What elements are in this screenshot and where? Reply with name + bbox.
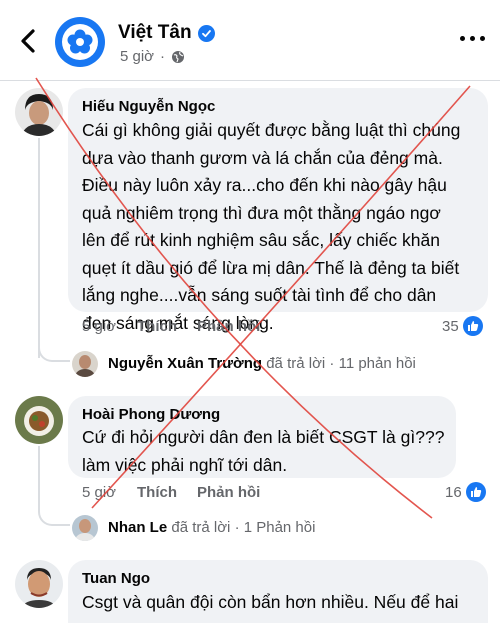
like-count: 35: [442, 317, 459, 335]
comment-time[interactable]: 5 giờ: [82, 318, 137, 335]
post-header: Việt Tân 5 giờ ·: [0, 0, 500, 80]
comment-line: quả nghiêm trọng thì đưa một thằng ngáo …: [82, 202, 441, 223]
reaction-count[interactable]: 16: [445, 482, 486, 502]
more-dot-icon: [470, 36, 475, 41]
comment-line: Cứ đi hỏi người dân đen là biết CSGT là …: [82, 427, 445, 447]
user-photo-icon: [72, 351, 98, 377]
reply-author: Nhan Le: [108, 519, 168, 536]
comment-line: Cái gì không giải quyết được bằng luật t…: [82, 120, 461, 140]
avatar[interactable]: [15, 396, 63, 444]
reply-connector: [38, 340, 70, 362]
page-avatar[interactable]: [55, 17, 105, 67]
comment-time[interactable]: 5 giờ: [82, 484, 137, 501]
user-photo-icon: [72, 515, 98, 541]
thread-line: [38, 446, 40, 506]
dot-separator: ·: [160, 48, 166, 65]
reply-button[interactable]: Phản hồi: [197, 484, 260, 501]
comment-author[interactable]: Tuan Ngo: [82, 570, 150, 587]
user-photo-icon: [15, 560, 63, 608]
reply-summary[interactable]: Nhan Le đã trả lời · 1 Phản hồi: [108, 519, 315, 536]
page-name[interactable]: Việt Tân: [118, 22, 215, 44]
comment-actions: 5 giờ Thích Phản hồi: [82, 318, 260, 335]
comment-line: quẹt ít dầu gió để lừa mị dân. Thế là đẻ…: [82, 257, 460, 278]
comment-text: Cứ đi hỏi người dân đen là biết CSGT là …: [82, 424, 444, 479]
avatar[interactable]: [15, 88, 63, 136]
comment-line: Csgt và quân đội còn bẩn hơn nhiều. Nếu …: [82, 592, 459, 612]
more-dot-icon: [460, 36, 465, 41]
back-arrow-icon: [21, 29, 35, 53]
comment-actions: 5 giờ Thích Phản hồi: [82, 484, 260, 501]
page-name-text: Việt Tân: [118, 22, 192, 43]
reply-author: Nguyễn Xuân Trường: [108, 355, 263, 372]
reply-action: đã trả lời: [266, 355, 326, 372]
more-options-button[interactable]: [460, 36, 488, 46]
comment-text: Cái gì không giải quyết được bằng luật t…: [82, 117, 460, 337]
food-photo-icon: [15, 396, 63, 444]
more-dot-icon: [480, 36, 485, 41]
avatar[interactable]: [15, 560, 63, 608]
avatar[interactable]: [72, 515, 98, 541]
comment-line: lên để rút kinh nghiệm sâu sắc, lấy chiế…: [82, 230, 440, 250]
like-count: 16: [445, 483, 462, 501]
like-button[interactable]: Thích: [137, 318, 197, 335]
reaction-count[interactable]: 35: [442, 316, 483, 336]
comment-text: Csgt và quân đội còn bẩn hơn nhiều. Nếu …: [82, 589, 458, 617]
reply-button[interactable]: Phản hồi: [197, 318, 260, 335]
like-button[interactable]: Thích: [137, 484, 197, 501]
globe-icon: [172, 50, 185, 63]
comment-author[interactable]: Hiếu Nguyễn Ngọc: [82, 98, 215, 115]
comment-line: làm việc phải nghĩ tới dân.: [82, 454, 288, 475]
reply-connector: [38, 500, 70, 526]
reply-action: đã trả lời: [171, 519, 231, 536]
reply-summary[interactable]: Nguyễn Xuân Trường đã trả lời · 11 phản …: [108, 355, 416, 372]
back-button[interactable]: [16, 26, 42, 56]
verified-badge-icon: [197, 24, 215, 42]
thread-line: [38, 138, 40, 358]
avatar[interactable]: [72, 351, 98, 377]
post-time[interactable]: 5 giờ: [120, 48, 154, 65]
thumbs-up-icon: [465, 482, 486, 502]
comment-line: dựa vào thanh gươm và lá chắn của đẻng m…: [82, 147, 443, 168]
user-photo-icon: [15, 88, 63, 136]
reply-count: · 1 Phản hồi: [234, 519, 316, 536]
comment-line: lắng nghe....vẫn sáng suốt tài tình để c…: [82, 285, 437, 305]
post-meta: 5 giờ ·: [120, 48, 185, 65]
thumbs-up-icon: [462, 316, 483, 336]
flower-logo-icon: [67, 29, 93, 54]
reply-count: · 11 phản hồi: [329, 355, 416, 372]
comment-line: Điều này luôn xảy ra...cho đến khi nào g…: [82, 175, 447, 195]
header-divider: [0, 80, 500, 81]
comment-author[interactable]: Hoài Phong Dương: [82, 406, 220, 423]
